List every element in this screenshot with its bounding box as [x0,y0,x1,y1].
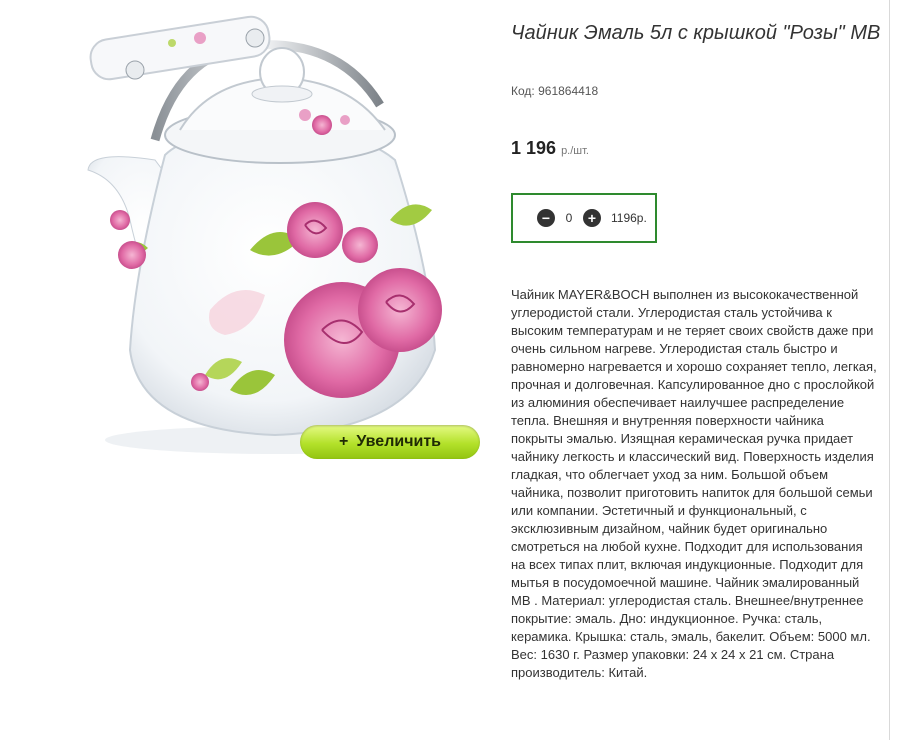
plus-icon[interactable]: + [583,209,601,227]
minus-icon[interactable]: − [537,209,555,227]
quantity-value[interactable]: 0 [555,211,583,225]
price-value: 1 196 [511,138,557,158]
product-title: Чайник Эмаль 5л с крышкой "Розы" МВ [511,22,881,44]
zoom-button[interactable]: + Увеличить [300,425,480,459]
product-price: 1 196 р./шт. [511,138,589,159]
product-image-area: + Увеличить [60,10,490,470]
product-description: Чайник MAYER&BOCH выполнен из высококаче… [511,287,877,680]
price-unit: р./шт. [561,145,589,157]
zoom-button-label: Увеличить [356,433,441,450]
quantity-stepper: − 0 + 1196р. [511,193,657,243]
quantity-total: 1196р. [611,211,647,225]
sku-value: 961864418 [538,84,599,98]
product-image[interactable] [60,10,490,470]
zoom-plus-icon: + [338,433,349,450]
product-sku: Код: 961864418 [511,84,598,98]
page-right-border [889,0,890,740]
sku-label: Код: [511,84,535,98]
